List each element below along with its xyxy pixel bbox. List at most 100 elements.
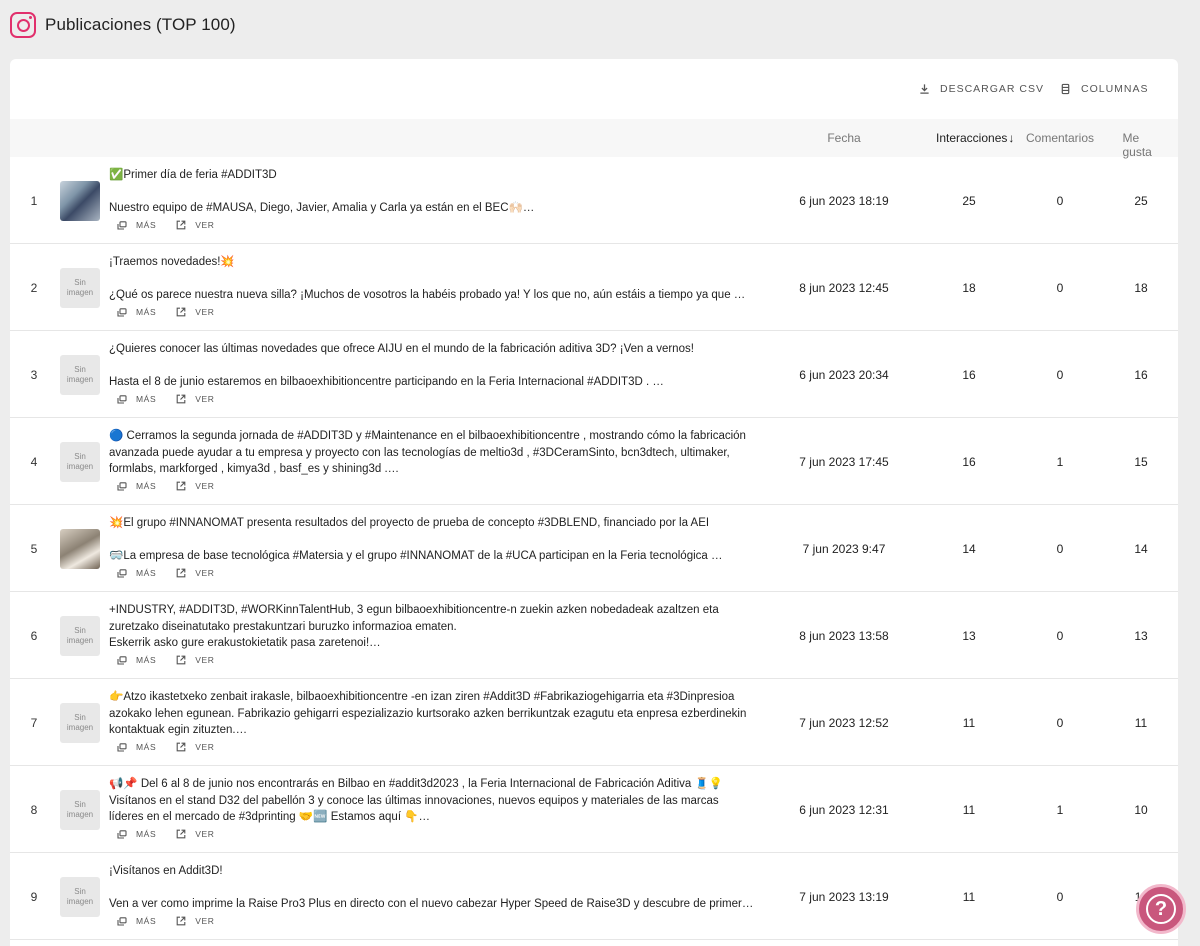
help-button[interactable]: ? bbox=[1136, 884, 1186, 934]
post-thumbnail[interactable] bbox=[60, 181, 100, 221]
copy-icon bbox=[117, 307, 127, 317]
row-actions: MÁS VER bbox=[117, 655, 235, 665]
view-button[interactable]: VER bbox=[176, 394, 214, 404]
row-number: 2 bbox=[30, 281, 38, 295]
view-button[interactable]: VER bbox=[176, 307, 214, 317]
view-label: VER bbox=[195, 394, 215, 404]
table-row[interactable]: 9 Sin imagen ¡Visítanos en Addit3D! Ven a … bbox=[10, 853, 1178, 940]
table-row[interactable]: 2 Sin imagen ¡Traemos novedades!💥 ¿Qué os … bbox=[10, 244, 1178, 331]
row-number: 7 bbox=[30, 716, 38, 730]
row-actions: MÁS VER bbox=[117, 307, 235, 317]
post-text-line: Eskerrik asko gure erakustokietatik pasa… bbox=[109, 637, 381, 649]
post-text-line: Nuestro equipo de #MAUSA, Diego, Javier,… bbox=[109, 202, 535, 214]
no-image-placeholder: Sin imagen bbox=[60, 877, 100, 917]
view-button[interactable]: VER bbox=[176, 220, 214, 230]
table-row[interactable]: 6 Sin imagen +INDUSTRY, #ADDIT3D, #WORKin… bbox=[10, 592, 1178, 679]
copy-icon bbox=[117, 829, 127, 839]
post-text: 💥El grupo #INNANOMAT presenta resultados… bbox=[109, 515, 759, 565]
row-number: 8 bbox=[30, 803, 38, 817]
more-button[interactable]: MÁS bbox=[117, 742, 156, 752]
more-label: MÁS bbox=[136, 916, 157, 926]
view-label: VER bbox=[195, 568, 215, 578]
post-text: 🔵 Cerramos la segunda jornada de #ADDIT3… bbox=[109, 428, 759, 478]
view-button[interactable]: VER bbox=[176, 481, 214, 491]
view-button[interactable]: VER bbox=[176, 829, 214, 839]
view-button[interactable]: VER bbox=[176, 655, 214, 665]
post-text-line bbox=[109, 358, 759, 375]
cell-comments: 0 bbox=[1056, 890, 1064, 904]
post-text-line bbox=[109, 880, 759, 897]
cell-comments: 0 bbox=[1056, 194, 1064, 208]
column-header-comentarios[interactable]: Comentarios bbox=[1026, 131, 1094, 145]
table-row[interactable]: 8 Sin imagen 📢📌 Del 6 al 8 de junio nos e… bbox=[10, 766, 1178, 853]
post-text-line: zuretzako diseinatutako prestakuntzari b… bbox=[109, 620, 457, 633]
row-actions: MÁS VER bbox=[117, 568, 235, 578]
row-actions: MÁS VER bbox=[117, 481, 235, 491]
view-button[interactable]: VER bbox=[176, 742, 214, 752]
table-row[interactable]: 7 Sin imagen 👉Atzo ikastetxeko zenbait ir… bbox=[10, 679, 1178, 766]
no-image-text-2: imagen bbox=[66, 288, 94, 297]
post-text-line: avanzada puede ayudar a tu empresa y pro… bbox=[109, 446, 730, 459]
more-label: MÁS bbox=[136, 394, 157, 404]
post-text: +INDUSTRY, #ADDIT3D, #WORKinnTalentHub, … bbox=[109, 602, 759, 652]
column-header-fecha[interactable]: Fecha bbox=[827, 131, 860, 145]
table-row[interactable]: 5 💥El grupo #INNANOMAT presenta resultad… bbox=[10, 505, 1178, 592]
no-image-text-2: imagen bbox=[66, 723, 94, 732]
cell-interactions: 11 bbox=[962, 890, 976, 904]
more-label: MÁS bbox=[136, 307, 157, 317]
post-text-line: 👉Atzo ikastetxeko zenbait irakasle, bilb… bbox=[109, 691, 735, 703]
more-button[interactable]: MÁS bbox=[117, 916, 156, 926]
no-image-text-1: Sin bbox=[74, 278, 86, 287]
no-image-placeholder: Sin imagen bbox=[60, 616, 100, 656]
publications-card: DESCARGAR CSV COLUMNAS Fecha Interaccion… bbox=[10, 59, 1178, 946]
post-text-line: formlabs, markforged , kimya3d , basf_es… bbox=[109, 463, 400, 475]
post-text-line bbox=[109, 532, 759, 549]
copy-icon bbox=[117, 481, 127, 491]
post-text-line bbox=[109, 271, 759, 288]
cell-interactions: 16 bbox=[962, 368, 976, 382]
cell-likes: 13 bbox=[1134, 629, 1148, 643]
view-button[interactable]: VER bbox=[176, 568, 214, 578]
cell-likes: 16 bbox=[1134, 368, 1148, 382]
more-button[interactable]: MÁS bbox=[117, 220, 156, 230]
cell-date: 7 jun 2023 17:45 bbox=[799, 455, 889, 469]
more-button[interactable]: MÁS bbox=[117, 655, 156, 665]
table-row[interactable]: 4 Sin imagen 🔵 Cerramos la segunda jornad… bbox=[10, 418, 1178, 505]
post-text-line: Visítanos en el stand D32 del pabellón 3… bbox=[109, 794, 719, 807]
cell-date: 7 jun 2023 12:52 bbox=[799, 716, 889, 730]
more-button[interactable]: MÁS bbox=[117, 481, 156, 491]
cell-interactions: 25 bbox=[962, 194, 976, 208]
column-header-me-gusta[interactable]: Me gusta bbox=[1123, 131, 1160, 159]
open-external-icon bbox=[176, 916, 186, 926]
open-external-icon bbox=[176, 568, 186, 578]
column-header-interacciones[interactable]: Interacciones↓ bbox=[936, 131, 1014, 145]
open-external-icon bbox=[176, 394, 186, 404]
more-label: MÁS bbox=[136, 481, 157, 491]
more-button[interactable]: MÁS bbox=[117, 568, 156, 578]
cell-date: 7 jun 2023 13:19 bbox=[799, 890, 889, 904]
cell-date: 6 jun 2023 18:19 bbox=[799, 194, 889, 208]
post-text: 📢📌 Del 6 al 8 de junio nos encontrarás e… bbox=[109, 776, 759, 826]
post-text-line: kontaktuak egin zituzten.… bbox=[109, 724, 248, 736]
more-button[interactable]: MÁS bbox=[117, 829, 156, 839]
more-button[interactable]: MÁS bbox=[117, 394, 156, 404]
cell-interactions: 13 bbox=[962, 629, 976, 643]
columns-button[interactable]: COLUMNAS bbox=[1060, 83, 1149, 95]
download-csv-button[interactable]: DESCARGAR CSV bbox=[919, 83, 1044, 95]
cell-likes: 18 bbox=[1134, 281, 1148, 295]
cell-comments: 0 bbox=[1056, 542, 1064, 556]
page-title: Publicaciones (TOP 100) bbox=[45, 15, 236, 34]
more-label: MÁS bbox=[136, 568, 157, 578]
post-text-line: 🔵 Cerramos la segunda jornada de #ADDIT3… bbox=[109, 430, 746, 442]
post-thumbnail[interactable] bbox=[60, 529, 100, 569]
table-row[interactable]: 1 ✅Primer día de feria #ADDIT3D Nuestro e… bbox=[10, 157, 1178, 244]
no-image-text-1: Sin bbox=[74, 800, 86, 809]
table-row[interactable]: 3 Sin imagen ¿Quieres conocer las últimas… bbox=[10, 331, 1178, 418]
cell-interactions: 11 bbox=[962, 803, 976, 817]
help-icon: ? bbox=[1146, 894, 1176, 924]
more-button[interactable]: MÁS bbox=[117, 307, 156, 317]
no-image-placeholder: Sin imagen bbox=[60, 703, 100, 743]
cell-comments: 1 bbox=[1056, 455, 1064, 469]
table-body: 1 ✅Primer día de feria #ADDIT3D Nuestro e… bbox=[10, 157, 1178, 940]
view-button[interactable]: VER bbox=[176, 916, 214, 926]
